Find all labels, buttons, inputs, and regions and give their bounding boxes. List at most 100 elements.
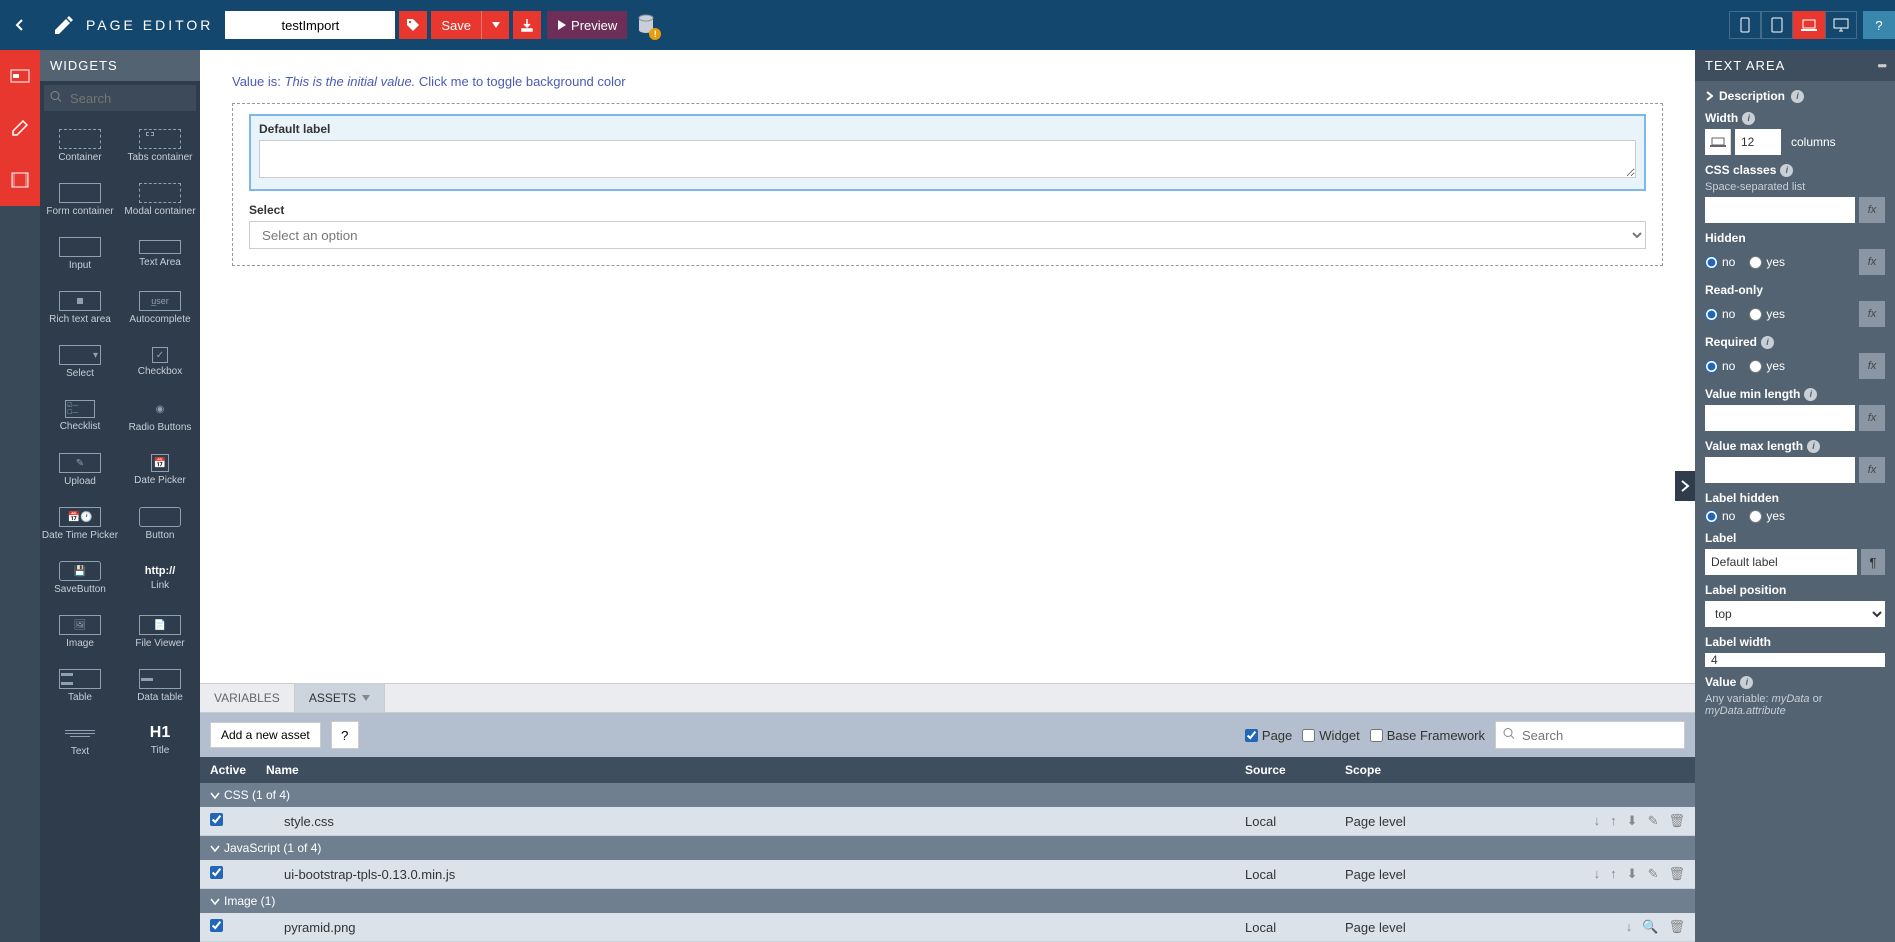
widget-modal-container[interactable]: Modal container	[120, 173, 200, 227]
required-yes[interactable]: yes	[1749, 359, 1785, 373]
info-icon[interactable]: i	[1807, 440, 1820, 453]
label-position-select[interactable]: top	[1705, 601, 1885, 627]
widget-rich-text-area[interactable]: Rich text area	[40, 281, 120, 335]
delete-icon[interactable]: 🗑	[1668, 919, 1685, 935]
back-button[interactable]	[0, 0, 40, 50]
css-classes-input[interactable]	[1705, 197, 1855, 223]
device-tablet[interactable]	[1761, 11, 1793, 39]
widget-text-area[interactable]: Text Area	[120, 227, 200, 281]
tag-button[interactable]	[399, 11, 427, 39]
group-image[interactable]: Image (1)	[200, 889, 1695, 913]
widget-checkbox[interactable]: ✓Checkbox	[120, 335, 200, 389]
textarea-widget[interactable]: Default label	[249, 114, 1646, 191]
move-up-icon[interactable]: ↑	[1610, 866, 1617, 882]
label-hidden-yes[interactable]: yes	[1749, 509, 1785, 523]
width-device-icon[interactable]	[1705, 129, 1731, 155]
label-width-input[interactable]	[1705, 653, 1885, 667]
device-desktop[interactable]	[1825, 11, 1857, 39]
view-icon[interactable]: 🔍	[1642, 919, 1658, 935]
widget-radio-buttons[interactable]: ◉Radio Buttons	[120, 389, 200, 443]
value-line[interactable]: Value is: This is the initial value. Cli…	[232, 74, 1663, 89]
fx-button[interactable]: fx	[1859, 405, 1885, 431]
group-css[interactable]: CSS (1 of 4)	[200, 783, 1695, 807]
move-up-icon[interactable]: ↑	[1610, 813, 1617, 829]
widget-form-container[interactable]: Form container	[40, 173, 120, 227]
select-widget-input[interactable]: Select an option	[249, 221, 1646, 249]
filter-page[interactable]: Page	[1245, 728, 1292, 743]
download-icon[interactable]: ⬇	[1627, 866, 1638, 882]
hidden-no[interactable]: no	[1705, 255, 1735, 269]
save-button[interactable]: Save	[431, 11, 481, 39]
label-input[interactable]	[1705, 549, 1857, 575]
assets-search-input[interactable]	[1495, 721, 1685, 749]
widget-image[interactable]: 🖼Image	[40, 605, 120, 659]
rail-widgets[interactable]	[0, 50, 40, 102]
palette-search-input[interactable]	[44, 85, 196, 111]
database-status-icon[interactable]: !	[635, 13, 657, 38]
help-button[interactable]: ?	[1863, 11, 1895, 39]
widget-container[interactable]: Container	[40, 119, 120, 173]
delete-icon[interactable]: 🗑	[1668, 866, 1685, 882]
widget-checklist[interactable]: ☑—☐—Checklist	[40, 389, 120, 443]
asset-active-checkbox[interactable]	[210, 919, 223, 932]
widget-text[interactable]: Text	[40, 713, 120, 767]
info-icon[interactable]: i	[1804, 388, 1817, 401]
info-icon[interactable]: i	[1761, 336, 1774, 349]
download-icon[interactable]: ⬇	[1627, 813, 1638, 829]
collapse-right-panel[interactable]	[1675, 471, 1695, 501]
info-icon[interactable]: i	[1780, 164, 1793, 177]
fx-button[interactable]: fx	[1859, 301, 1885, 327]
min-length-input[interactable]	[1705, 405, 1855, 431]
export-button[interactable]	[513, 11, 541, 39]
asset-active-checkbox[interactable]	[210, 813, 223, 826]
widget-file-viewer[interactable]: 📄File Viewer	[120, 605, 200, 659]
form-container-widget[interactable]: Default label Select Select an option	[232, 103, 1663, 266]
hidden-yes[interactable]: yes	[1749, 255, 1785, 269]
preview-button[interactable]: Preview	[547, 11, 627, 39]
info-icon[interactable]: i	[1742, 112, 1755, 125]
widget-date-picker[interactable]: 📅Date Picker	[120, 443, 200, 497]
move-down-icon[interactable]: ↓	[1594, 866, 1601, 882]
label-hidden-no[interactable]: no	[1705, 509, 1735, 523]
widget-tabs-container[interactable]: Tabs container	[120, 119, 200, 173]
widget-table[interactable]: Table	[40, 659, 120, 713]
widget-select[interactable]: ▾Select	[40, 335, 120, 389]
panel-menu-icon[interactable]: •••	[1877, 58, 1885, 73]
move-down-icon[interactable]: ↓	[1626, 919, 1633, 935]
group-js[interactable]: JavaScript (1 of 4)	[200, 836, 1695, 860]
fx-button[interactable]: fx	[1859, 457, 1885, 483]
add-asset-button[interactable]: Add a new asset	[210, 722, 321, 748]
widget-upload[interactable]: ✎Upload	[40, 443, 120, 497]
device-mobile[interactable]	[1729, 11, 1761, 39]
pilcrow-button[interactable]: ¶	[1861, 549, 1885, 575]
move-down-icon[interactable]: ↓	[1594, 813, 1601, 829]
widget-savebutton[interactable]: 💾SaveButton	[40, 551, 120, 605]
readonly-yes[interactable]: yes	[1749, 307, 1785, 321]
rail-edit[interactable]	[0, 102, 40, 154]
filter-widget[interactable]: Widget	[1302, 728, 1359, 743]
assets-help-button[interactable]: ?	[331, 721, 359, 749]
tab-assets[interactable]: ASSETS	[295, 684, 385, 712]
widget-date-time-picker[interactable]: 📅🕐Date Time Picker	[40, 497, 120, 551]
widget-data-table[interactable]: Data table	[120, 659, 200, 713]
asset-active-checkbox[interactable]	[210, 866, 223, 879]
tab-variables[interactable]: VARIABLES	[200, 684, 295, 712]
widget-title[interactable]: H1Title	[120, 713, 200, 767]
edit-icon[interactable]: ✎	[1648, 866, 1659, 882]
fx-button[interactable]: fx	[1859, 197, 1885, 223]
widget-autocomplete[interactable]: u̲serAutocomplete	[120, 281, 200, 335]
readonly-no[interactable]: no	[1705, 307, 1735, 321]
device-laptop[interactable]	[1793, 11, 1825, 39]
widget-link[interactable]: http://Link	[120, 551, 200, 605]
widget-button[interactable]: Button	[120, 497, 200, 551]
fx-button[interactable]: fx	[1859, 353, 1885, 379]
width-input[interactable]	[1735, 129, 1781, 155]
widget-input[interactable]: Input	[40, 227, 120, 281]
save-dropdown[interactable]	[481, 11, 509, 39]
description-section[interactable]: Description i	[1695, 81, 1895, 111]
filter-base-framework[interactable]: Base Framework	[1370, 728, 1485, 743]
fx-button[interactable]: fx	[1859, 249, 1885, 275]
textarea-widget-input[interactable]	[259, 140, 1636, 178]
page-name-input[interactable]	[225, 11, 395, 39]
required-no[interactable]: no	[1705, 359, 1735, 373]
